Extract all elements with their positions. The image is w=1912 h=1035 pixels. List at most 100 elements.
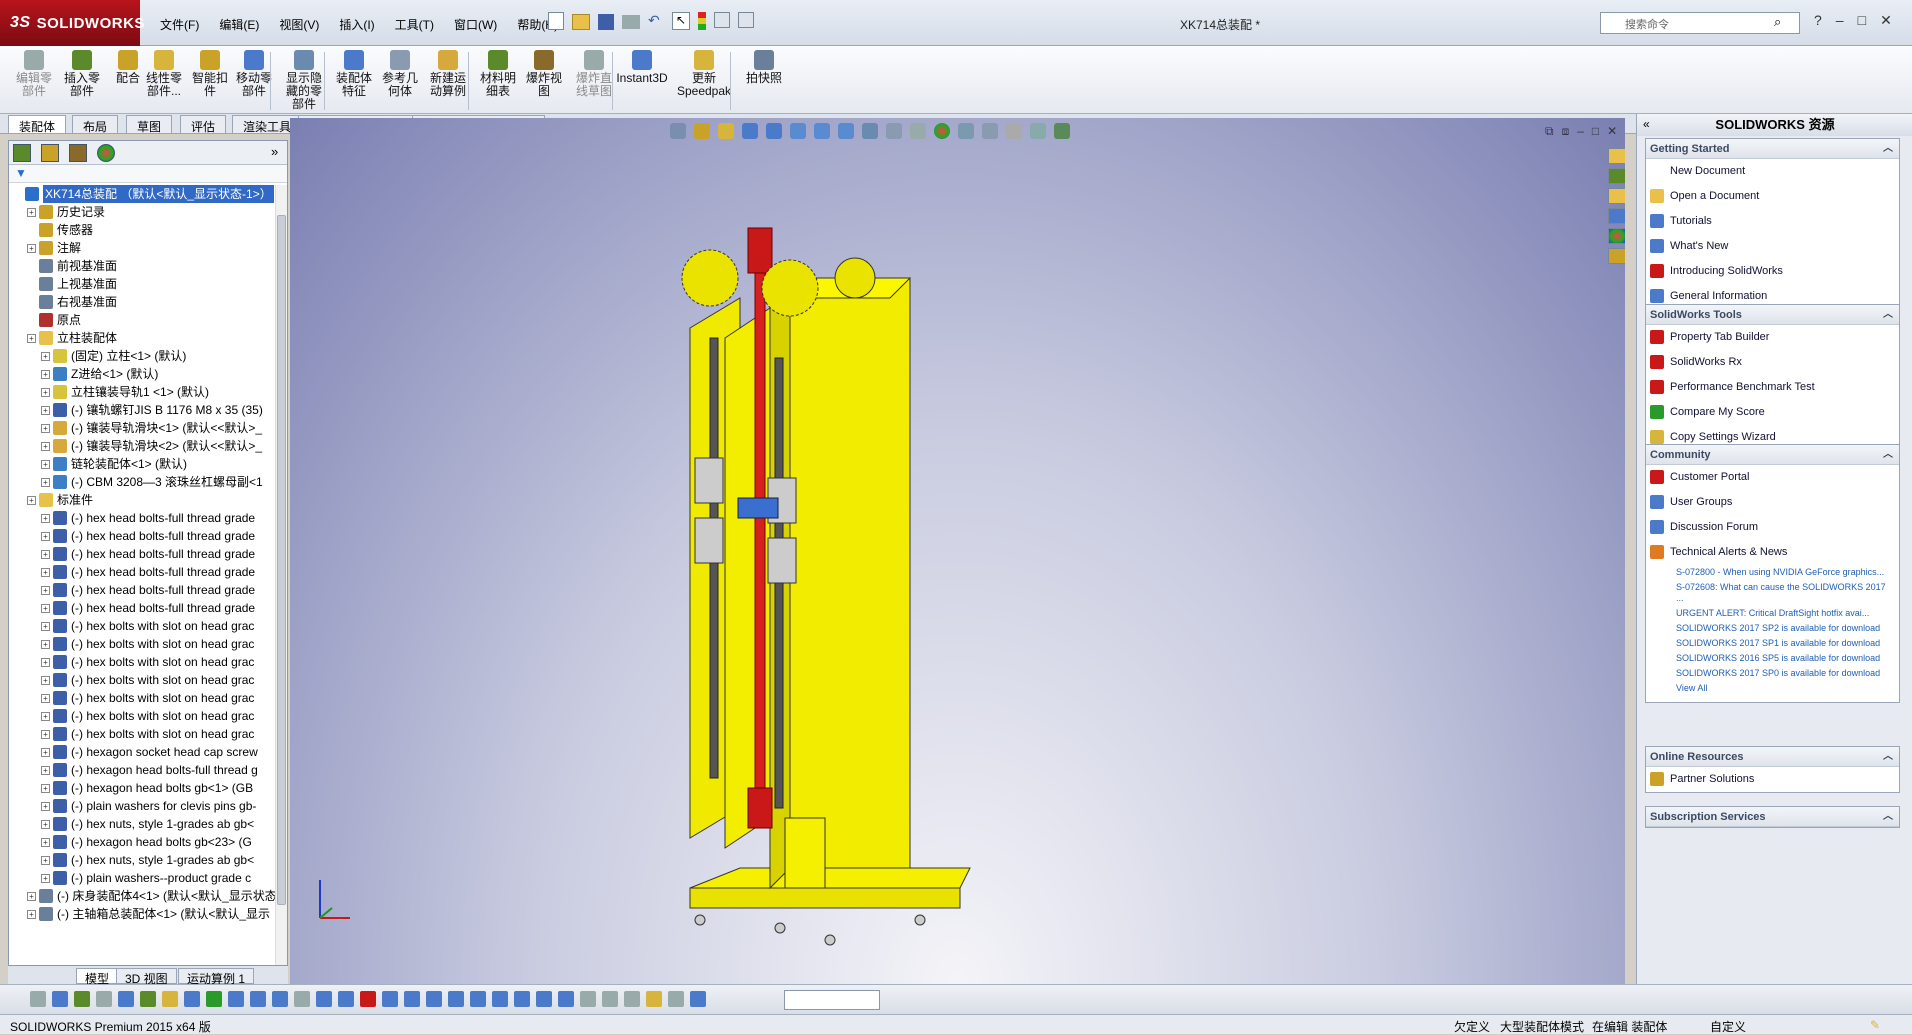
tree-node[interactable]: + (-) 床身装配体4<1> (默认<默认_显示状态 xyxy=(9,887,275,905)
bottom-tool-icon[interactable] xyxy=(162,991,178,1007)
bottom-tool-icon[interactable] xyxy=(492,991,508,1007)
close-button[interactable]: ✕ xyxy=(1880,12,1892,29)
view-palette-tab-icon[interactable] xyxy=(1608,208,1625,224)
viewport-tile-icon[interactable]: ⧈ xyxy=(1562,124,1570,139)
bottom-tool-icon[interactable] xyxy=(470,991,486,1007)
tree-node[interactable]: + (-) hexagon socket head cap screw xyxy=(9,743,275,761)
panel-header[interactable]: SolidWorks Tools ︿ xyxy=(1646,305,1899,325)
tree-node[interactable]: + Z进给<1> (默认) xyxy=(9,365,275,383)
tree-node[interactable]: + 注解 xyxy=(9,239,275,257)
file-explorer-tab-icon[interactable] xyxy=(1608,188,1625,204)
tree-node[interactable]: + (-) hex bolts with slot on head grac xyxy=(9,617,275,635)
bottom-tool-icon[interactable] xyxy=(250,991,266,1007)
news-link[interactable]: S-072800 - When using NVIDIA GeForce gra… xyxy=(1646,565,1899,580)
expand-icon[interactable]: + xyxy=(41,423,50,433)
tree-scrollbar[interactable] xyxy=(275,185,287,965)
command-button-12[interactable]: 爆炸直 线草图 xyxy=(570,50,618,112)
expand-icon[interactable]: + xyxy=(41,585,50,595)
tree-node[interactable]: + (-) hex bolts with slot on head grac xyxy=(9,635,275,653)
appearances-tab-icon[interactable] xyxy=(1608,228,1625,244)
expand-icon[interactable]: + xyxy=(41,855,50,865)
expand-icon[interactable]: + xyxy=(41,405,50,415)
menu-item-1[interactable]: 编辑(E) xyxy=(209,14,269,35)
expand-icon[interactable]: + xyxy=(27,243,36,253)
bottom-tool-icon[interactable] xyxy=(140,991,156,1007)
maximize-button[interactable]: □ xyxy=(1858,12,1866,29)
tree-node[interactable]: + (-) hex head bolts-full thread grade xyxy=(9,581,275,599)
menu-item-0[interactable]: 文件(F) xyxy=(150,14,209,35)
expand-icon[interactable]: + xyxy=(41,567,50,577)
expand-icon[interactable]: + xyxy=(41,459,50,469)
edit-appearance-icon[interactable] xyxy=(910,123,926,139)
bottom-tool-icon[interactable] xyxy=(294,991,310,1007)
tab-2[interactable]: 草图 xyxy=(126,115,173,134)
task-pane-link[interactable]: What's New xyxy=(1646,234,1899,259)
bottom-tool-icon[interactable] xyxy=(448,991,464,1007)
bottom-tool-icon[interactable] xyxy=(426,991,442,1007)
bottom-tool-icon[interactable] xyxy=(30,991,46,1007)
expand-icon[interactable]: + xyxy=(41,819,50,829)
viewport-maximize-icon[interactable]: □ xyxy=(1592,124,1599,139)
tree-node[interactable]: + (-) hexagon head bolts gb<1> (GB xyxy=(9,779,275,797)
previous-view-icon[interactable] xyxy=(670,123,686,139)
expand-icon[interactable]: + xyxy=(41,837,50,847)
tree-node[interactable]: + (-) hex head bolts-full thread grade xyxy=(9,563,275,581)
task-pane-link[interactable]: Introducing SolidWorks xyxy=(1646,259,1899,284)
display-manager-tab-icon[interactable] xyxy=(97,144,115,162)
expand-icon[interactable]: + xyxy=(27,333,36,343)
tree-node[interactable]: + (-) 镶装导轨滑块<1> (默认<<默认>_ xyxy=(9,419,275,437)
section-view-icon[interactable] xyxy=(790,123,806,139)
bottom-tool-icon[interactable] xyxy=(624,991,640,1007)
command-button-11[interactable]: 爆炸视图 xyxy=(520,50,568,112)
filter-icon[interactable]: ▼ xyxy=(15,166,27,180)
print-icon[interactable] xyxy=(622,15,640,29)
options-icon[interactable] xyxy=(738,12,754,28)
command-button-6[interactable]: 显示隐 藏的零 部件 xyxy=(280,50,328,112)
task-pane-link[interactable]: Partner Solutions xyxy=(1646,767,1899,792)
news-link[interactable]: SOLIDWORKS 2016 SP5 is available for dow… xyxy=(1646,651,1899,666)
expand-icon[interactable]: + xyxy=(27,891,36,901)
tree-node[interactable]: + (-) hex bolts with slot on head grac xyxy=(9,653,275,671)
collapse-chevron-icon[interactable]: ︿ xyxy=(1883,747,1893,767)
task-pane-link[interactable]: SolidWorks Rx xyxy=(1646,350,1899,375)
tab-1[interactable]: 布局 xyxy=(72,115,119,134)
view-all-link[interactable]: View All xyxy=(1646,681,1899,702)
expand-panel-icon[interactable]: » xyxy=(271,144,278,159)
command-button-1[interactable]: 插入零 部件 xyxy=(58,50,106,112)
task-pane-link[interactable]: User Groups xyxy=(1646,490,1899,515)
tree-node[interactable]: + (-) plain washers for clevis pins gb- xyxy=(9,797,275,815)
rebuild-icon[interactable] xyxy=(698,12,706,30)
pan-icon[interactable] xyxy=(718,123,734,139)
command-button-9[interactable]: 新建运 动算例 xyxy=(424,50,472,112)
model-tab-0[interactable]: 模型 xyxy=(76,968,119,986)
save-icon[interactable] xyxy=(598,14,614,30)
hide-show-icon[interactable] xyxy=(886,123,902,139)
tree-node[interactable]: 原点 xyxy=(9,311,275,329)
bottom-tool-icon[interactable] xyxy=(184,991,200,1007)
panel-header[interactable]: Subscription Services ︿ xyxy=(1646,807,1899,827)
expand-icon[interactable]: + xyxy=(27,207,36,217)
view-orientation-icon[interactable] xyxy=(838,123,854,139)
zoom-area-icon[interactable] xyxy=(766,123,782,139)
expand-icon[interactable]: + xyxy=(41,765,50,775)
collapse-chevron-icon[interactable]: ︿ xyxy=(1883,139,1893,159)
tree-node[interactable]: 右视基准面 xyxy=(9,293,275,311)
task-pane-link[interactable]: Discussion Forum xyxy=(1646,515,1899,540)
tab-0[interactable]: 装配体 xyxy=(8,115,67,134)
select-icon[interactable]: ↖ xyxy=(672,12,690,30)
tree-node[interactable]: + 立柱镶装导轨1 <1> (默认) xyxy=(9,383,275,401)
bottom-tool-icon[interactable] xyxy=(338,991,354,1007)
bottom-tool-icon[interactable] xyxy=(74,991,90,1007)
expand-icon[interactable]: + xyxy=(41,603,50,613)
tree-node[interactable]: + (-) 主轴箱总装配体<1> (默认<默认_显示 xyxy=(9,905,275,923)
menu-item-5[interactable]: 窗口(W) xyxy=(444,14,507,35)
open-folder-icon[interactable] xyxy=(572,14,590,30)
tree-node[interactable]: + (-) hex bolts with slot on head grac xyxy=(9,671,275,689)
zoom-fit-icon[interactable] xyxy=(742,123,758,139)
graphics-viewport[interactable]: ⧉ ⧈ – □ ✕ xyxy=(290,118,1625,984)
assembly-model[interactable] xyxy=(670,188,1230,978)
tree-node[interactable]: 上视基准面 xyxy=(9,275,275,293)
bottom-tool-icon[interactable] xyxy=(558,991,574,1007)
tree-node[interactable]: + (固定) 立柱<1> (默认) xyxy=(9,347,275,365)
tree-node[interactable]: + (-) 镶装导轨滑块<2> (默认<<默认>_ xyxy=(9,437,275,455)
